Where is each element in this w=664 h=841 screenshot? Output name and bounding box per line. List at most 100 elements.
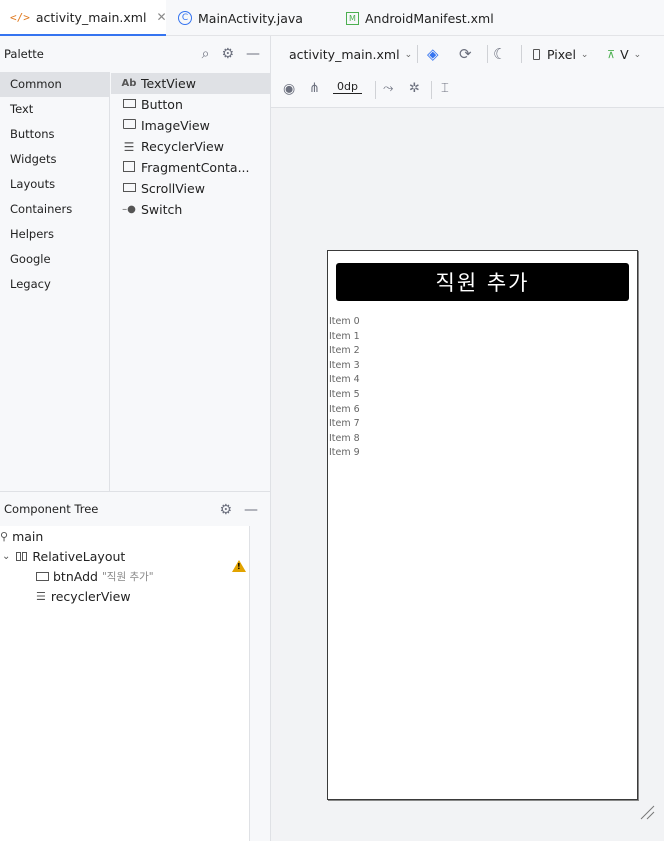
chevron-down-icon: ⌄	[580, 49, 589, 60]
gear-icon[interactable]: ⚙	[219, 502, 232, 518]
palette-category-google[interactable]: Google	[0, 247, 109, 272]
device-preview: 직원 추가 Item 0 Item 1 Item 2 Item 3 Item 4…	[327, 250, 638, 800]
clear-constraints-icon[interactable]: ⤳	[383, 81, 393, 96]
tab-activity-main-xml[interactable]: </> activity_main.xml ✕	[0, 0, 167, 36]
list-item: Item 2	[329, 345, 360, 357]
preview-add-employee-button[interactable]: 직원 추가	[336, 263, 629, 301]
night-mode-icon[interactable]: ☾	[493, 45, 506, 63]
list-item: Item 5	[329, 388, 360, 400]
preview-recyclerview: Item 0 Item 1 Item 2 Item 3 Item 4 Item …	[329, 315, 360, 461]
palette-category-widgets[interactable]: Widgets	[0, 147, 109, 172]
palette-item-button[interactable]: Button	[111, 94, 270, 115]
tab-label: AndroidManifest.xml	[365, 10, 494, 26]
magnet-icon[interactable]: ⋔	[309, 81, 320, 96]
palette-category-common[interactable]: Common	[0, 72, 109, 97]
palette-category-layouts[interactable]: Layouts	[0, 172, 109, 197]
api-dropdown[interactable]: ⊼ V ⌄	[607, 47, 641, 62]
relativelayout-icon	[16, 551, 28, 561]
chevron-down-icon: ⌄	[404, 49, 413, 60]
palette-item-switch[interactable]: –● Switch	[111, 199, 270, 220]
phone-icon	[533, 49, 540, 60]
palette-item-scrollview[interactable]: ScrollView	[111, 178, 270, 199]
palette-item-recyclerview[interactable]: ☰ RecyclerView	[111, 136, 270, 157]
palette-category-containers[interactable]: Containers	[0, 197, 109, 222]
fragment-icon	[121, 160, 137, 175]
list-item: Item 3	[329, 359, 360, 371]
default-margin-field[interactable]: 0dp	[333, 80, 362, 94]
recyclerview-icon: ☰	[36, 589, 46, 603]
recyclerview-icon: ☰	[123, 139, 135, 154]
manifest-icon: M	[346, 11, 359, 25]
constraint-toolbar: ◉ ⋔ 0dp ⤳ ✲ ⌶	[271, 72, 664, 108]
minimize-icon[interactable]: —	[244, 502, 258, 518]
infer-constraints-icon[interactable]: ✲	[409, 81, 420, 96]
file-dropdown-label: activity_main.xml	[289, 47, 400, 62]
gear-icon[interactable]: ⚙	[221, 46, 234, 62]
tree-node-label: btnAdd	[53, 568, 98, 584]
palette-item-textview[interactable]: Ab TextView	[111, 73, 270, 94]
palette-category-buttons[interactable]: Buttons	[0, 122, 109, 147]
tree-node-label: recyclerView	[50, 588, 131, 604]
palette-item-label: FragmentConta...	[141, 160, 250, 175]
chevron-down-icon: ⌄	[633, 49, 642, 60]
palette-category-helpers[interactable]: Helpers	[0, 222, 109, 247]
designer-toolbar: activity_main.xml ⌄ ◈ ⟳ ☾ Pixel ⌄ ⊼ V ⌄	[271, 36, 664, 72]
palette-item-imageview[interactable]: ImageView	[111, 115, 270, 136]
component-tree-title: Component Tree	[4, 501, 99, 516]
file-dropdown[interactable]: activity_main.xml ⌄	[289, 47, 412, 62]
button-icon	[36, 571, 49, 581]
device-label: Pixel	[547, 47, 576, 62]
tab-mainactivity-java[interactable]: C MainActivity.java	[178, 0, 338, 36]
scrollview-icon	[121, 182, 137, 195]
palette-item-label: Button	[141, 97, 183, 112]
palette-item-label: ImageView	[141, 118, 210, 133]
button-icon	[121, 98, 137, 111]
tree-node-sublabel: "직원 추가"	[101, 570, 154, 583]
palette-item-label: ScrollView	[141, 181, 205, 196]
api-label: V	[620, 47, 629, 62]
imageview-icon	[121, 119, 137, 132]
palette-item-label: Switch	[141, 202, 183, 217]
list-item: Item 4	[329, 374, 360, 386]
list-item: Item 1	[329, 330, 360, 342]
textview-icon: Ab	[121, 78, 137, 89]
device-dropdown[interactable]: Pixel ⌄	[533, 47, 588, 62]
tree-node-label: RelativeLayout	[32, 548, 126, 564]
search-icon[interactable]: ⌕	[202, 46, 210, 62]
resize-handle-icon[interactable]	[639, 804, 655, 820]
palette-header: Palette ⌕ ⚙ —	[0, 36, 270, 72]
palette-category-text[interactable]: Text	[0, 97, 109, 122]
editor-tab-bar: </> activity_main.xml ✕ C MainActivity.j…	[0, 0, 664, 36]
class-icon: C	[178, 11, 192, 25]
palette-item-label: RecyclerView	[141, 139, 224, 154]
root-icon: ⚲	[0, 529, 9, 543]
tab-label: activity_main.xml	[35, 9, 147, 25]
tree-node-relativelayout[interactable]: ⌄ RelativeLayout	[2, 546, 125, 566]
component-tree-header: Component Tree ⚙ —	[0, 491, 270, 525]
tree-node-btnadd[interactable]: btnAdd "직원 추가"	[36, 566, 154, 586]
left-panel: Palette ⌕ ⚙ — Common Text Buttons Widget…	[0, 36, 271, 841]
xml-icon: </>	[10, 10, 30, 24]
palette-title: Palette	[4, 47, 44, 61]
tab-label: MainActivity.java	[198, 10, 303, 26]
tree-node-main[interactable]: ⚲ main	[0, 526, 43, 546]
tree-node-recyclerview[interactable]: ☰ recyclerView	[36, 586, 131, 606]
tab-androidmanifest-xml[interactable]: M AndroidManifest.xml	[346, 0, 516, 36]
list-item: Item 8	[329, 432, 360, 444]
palette-item-label: TextView	[141, 76, 196, 91]
palette-category-legacy[interactable]: Legacy	[0, 272, 109, 297]
minimize-icon[interactable]: —	[246, 46, 260, 62]
eye-icon[interactable]: ◉	[283, 81, 295, 97]
android-icon: ⊼	[607, 48, 616, 61]
close-icon[interactable]: ✕	[156, 10, 166, 24]
orientation-icon[interactable]: ⟳	[459, 45, 472, 63]
list-item: Item 9	[329, 447, 360, 459]
chevron-down-icon[interactable]: ⌄	[2, 551, 10, 562]
guidelines-icon[interactable]: ⌶	[441, 81, 449, 96]
palette-categories: Common Text Buttons Widgets Layouts Cont…	[0, 72, 110, 492]
palette-item-fragmentcontainer[interactable]: FragmentConta...	[111, 157, 270, 178]
tree-node-label: main	[12, 528, 44, 544]
warning-icon[interactable]: !	[232, 560, 246, 572]
design-surface-icon[interactable]: ◈	[427, 45, 439, 63]
component-tree: ⚲ main ⌄ RelativeLayout btnAdd "직원 추가" !…	[0, 526, 250, 841]
